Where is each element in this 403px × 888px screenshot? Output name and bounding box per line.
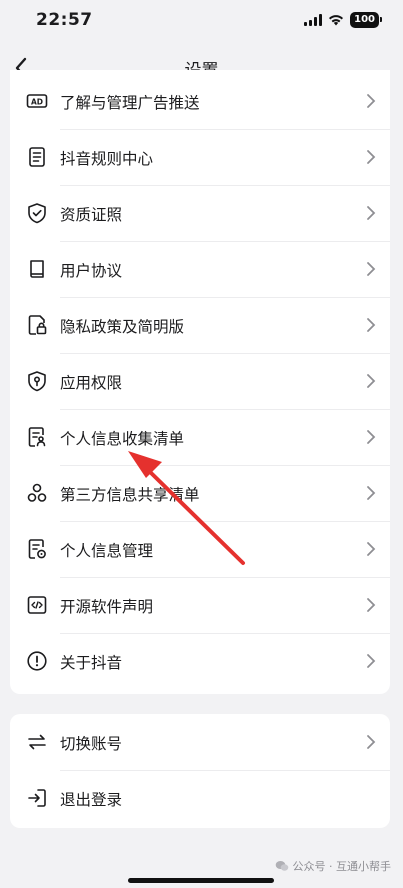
switch-arrows-icon xyxy=(28,734,46,750)
wechat-icon xyxy=(275,861,288,871)
chevron-right-icon xyxy=(367,542,376,556)
status-icons: 100 xyxy=(304,12,382,28)
cellular-signal-icon xyxy=(304,14,323,26)
menu-item-label: 第三方信息共享清单 xyxy=(60,486,200,504)
chevron-right-icon xyxy=(367,94,376,108)
menu-item-ad-preferences[interactable]: AD 了解与管理广告推送 xyxy=(10,74,390,130)
document-list-icon xyxy=(29,147,45,167)
chevron-right-icon xyxy=(367,430,376,444)
settings-card-account: 切换账号 退出登录 xyxy=(10,714,390,828)
menu-item-label: 切换账号 xyxy=(60,735,123,753)
logout-icon xyxy=(28,789,46,807)
menu-item-label: 应用权限 xyxy=(60,374,123,392)
menu-item-third-party-sharing[interactable]: 第三方信息共享清单 xyxy=(10,466,390,522)
chevron-right-icon xyxy=(367,262,376,276)
chevron-right-icon xyxy=(367,318,376,332)
menu-item-logout[interactable]: 退出登录 xyxy=(10,771,390,827)
menu-item-open-source[interactable]: 开源软件声明 xyxy=(10,578,390,634)
menu-item-label: 抖音规则中心 xyxy=(60,150,154,168)
menu-item-label: 开源软件声明 xyxy=(60,598,154,616)
battery-icon: 100 xyxy=(350,12,382,28)
document-gear-icon xyxy=(28,539,46,559)
menu-item-label: 个人信息管理 xyxy=(60,542,154,560)
menu-item-label: 隐私政策及简明版 xyxy=(60,318,185,336)
book-icon xyxy=(30,260,44,278)
chevron-right-icon xyxy=(367,486,376,500)
menu-item-switch-account[interactable]: 切换账号 xyxy=(10,715,390,771)
ad-icon: AD xyxy=(26,94,48,108)
shield-key-icon xyxy=(28,371,46,392)
status-bar: 22:57 100 xyxy=(0,0,403,44)
menu-item-qualifications[interactable]: 资质证照 xyxy=(10,186,390,242)
watermark: 公众号 · 互通小帮手 xyxy=(275,858,392,874)
menu-item-app-permissions[interactable]: 应用权限 xyxy=(10,354,390,410)
menu-item-label: 资质证照 xyxy=(60,206,123,224)
wifi-icon xyxy=(329,15,344,26)
code-icon xyxy=(27,596,47,614)
chevron-right-icon xyxy=(367,374,376,388)
menu-item-label: 用户协议 xyxy=(60,262,123,280)
chevron-right-icon xyxy=(367,654,376,668)
menu-item-label: 个人信息收集清单 xyxy=(60,430,185,448)
info-circle-icon xyxy=(27,651,47,671)
menu-item-label: 关于抖音 xyxy=(60,654,123,672)
chevron-right-icon xyxy=(367,735,376,749)
share-nodes-icon xyxy=(27,483,47,502)
menu-item-rules-center[interactable]: 抖音规则中心 xyxy=(10,130,390,186)
menu-item-personal-info-management[interactable]: 个人信息管理 xyxy=(10,522,390,578)
chevron-right-icon xyxy=(367,150,376,164)
menu-item-label: 退出登录 xyxy=(60,791,123,809)
home-indicator[interactable] xyxy=(128,878,274,883)
menu-item-personal-info-collection[interactable]: 个人信息收集清单 xyxy=(10,410,390,466)
svg-text:AD: AD xyxy=(31,97,43,106)
menu-item-user-agreement[interactable]: 用户协议 xyxy=(10,242,390,298)
document-person-icon xyxy=(28,427,46,447)
status-time: 22:57 xyxy=(36,10,93,30)
chevron-right-icon xyxy=(367,598,376,612)
document-lock-icon xyxy=(28,315,47,335)
shield-check-icon xyxy=(28,203,46,224)
menu-item-privacy-policy[interactable]: 隐私政策及简明版 xyxy=(10,298,390,354)
chevron-right-icon xyxy=(367,206,376,220)
settings-card-main: AD 了解与管理广告推送 抖音规则中心 资质证照 用户协议 隐私政策及简明版 应… xyxy=(10,70,390,694)
menu-item-label: 了解与管理广告推送 xyxy=(60,94,200,112)
menu-item-about[interactable]: 关于抖音 xyxy=(10,634,390,690)
watermark-text: 公众号 · 互通小帮手 xyxy=(292,860,392,873)
